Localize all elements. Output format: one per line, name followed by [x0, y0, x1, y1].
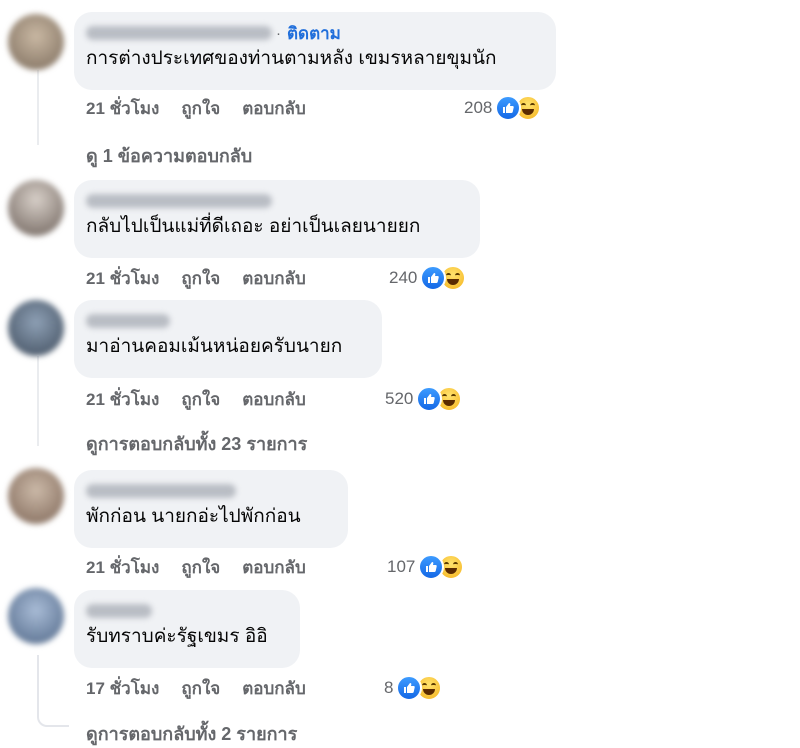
reaction-count: 8 [384, 678, 394, 697]
reaction-summary[interactable]: 107 [387, 553, 465, 581]
author-name-redacted[interactable] [86, 604, 152, 618]
timestamp[interactable]: 21 ชั่วโมง [86, 554, 159, 581]
comment-actions: 21 ชั่วโมง ถูกใจ ตอบกลับ [86, 555, 328, 579]
comment-text: พักก่อน นายกอ่ะไปพักก่อน [86, 506, 301, 527]
reaction-count: 107 [387, 557, 416, 576]
view-replies-link[interactable]: ดูการตอบกลับทั้ง 23 รายการ [86, 429, 307, 458]
comment-actions: 17 ชั่วโมง ถูกใจ ตอบกลับ [86, 676, 328, 700]
timestamp[interactable]: 21 ชั่วโมง [86, 95, 159, 122]
avatar[interactable] [8, 468, 64, 524]
author-name-redacted[interactable] [86, 26, 272, 40]
comment-text: รับทราบค่ะรัฐเขมร อิอิ [86, 626, 268, 647]
author-name-redacted[interactable] [86, 314, 170, 328]
comment-text: กลับไปเป็นแม่ที่ดีเถอะ อย่าเป็นเลยนายยก [86, 216, 421, 237]
comment-actions: 21 ชั่วโมง ถูกใจ ตอบกลับ [86, 387, 328, 411]
follow-link[interactable]: ติดตาม [287, 20, 341, 47]
comment-author-row: · ติดตาม [86, 22, 542, 44]
author-name-redacted[interactable] [86, 484, 236, 498]
comment-author-row [86, 310, 368, 332]
avatar[interactable] [8, 300, 64, 356]
like-button[interactable]: ถูกใจ [181, 95, 220, 122]
like-icon [396, 675, 423, 701]
author-name-redacted[interactable] [86, 194, 272, 208]
avatar[interactable] [8, 180, 64, 236]
timestamp[interactable]: 17 ชั่วโมง [86, 675, 159, 702]
view-replies-link[interactable]: ดู 1 ข้อความตอบกลับ [86, 141, 252, 170]
reaction-summary[interactable]: 8 [384, 674, 443, 702]
like-button[interactable]: ถูกใจ [181, 265, 220, 292]
reply-button[interactable]: ตอบกลับ [242, 386, 306, 413]
like-button[interactable]: ถูกใจ [181, 554, 220, 581]
comment-bubble: พักก่อน นายกอ่ะไปพักก่อน [74, 470, 348, 548]
reply-button[interactable]: ตอบกลับ [242, 554, 306, 581]
reply-button[interactable]: ตอบกลับ [242, 675, 306, 702]
like-button[interactable]: ถูกใจ [181, 386, 220, 413]
avatar[interactable] [8, 14, 64, 70]
view-replies-link[interactable]: ดูการตอบกลับทั้ง 2 รายการ [86, 719, 297, 748]
avatar[interactable] [8, 588, 64, 644]
reaction-summary[interactable]: 520 [385, 385, 463, 413]
reaction-count: 240 [389, 268, 418, 287]
reaction-summary[interactable]: 240 [389, 264, 467, 292]
reaction-count: 208 [464, 98, 493, 117]
comment-text: การต่างประเทศของท่านตามหลัง เขมรหลายขุมน… [86, 48, 497, 69]
reaction-summary[interactable]: 208 [464, 94, 542, 122]
comment-actions: 21 ชั่วโมง ถูกใจ ตอบกลับ [86, 96, 328, 120]
timestamp[interactable]: 21 ชั่วโมง [86, 265, 159, 292]
comment-bubble: รับทราบค่ะรัฐเขมร อิอิ [74, 590, 300, 668]
like-button[interactable]: ถูกใจ [181, 675, 220, 702]
like-icon [420, 265, 447, 291]
comment-author-row [86, 480, 334, 502]
thread-elbow [37, 655, 69, 727]
reply-button[interactable]: ตอบกลับ [242, 95, 306, 122]
timestamp[interactable]: 21 ชั่วโมง [86, 386, 159, 413]
comment-bubble: · ติดตาม การต่างประเทศของท่านตามหลัง เขม… [74, 12, 556, 90]
like-icon [416, 386, 443, 412]
comment-author-row [86, 190, 466, 212]
comment-text: มาอ่านคอมเม้นหน่อยครับนายก [86, 336, 343, 357]
comment-actions: 21 ชั่วโมง ถูกใจ ตอบกลับ [86, 266, 328, 290]
thread-line [37, 356, 39, 446]
like-icon [495, 95, 522, 121]
comment-bubble: กลับไปเป็นแม่ที่ดีเถอะ อย่าเป็นเลยนายยก [74, 180, 480, 258]
separator-dot: · [276, 24, 281, 42]
reaction-count: 520 [385, 389, 414, 408]
reply-button[interactable]: ตอบกลับ [242, 265, 306, 292]
thread-line [37, 70, 39, 145]
like-icon [418, 554, 445, 580]
comment-author-row [86, 600, 286, 622]
comment-bubble: มาอ่านคอมเม้นหน่อยครับนายก [74, 300, 382, 378]
